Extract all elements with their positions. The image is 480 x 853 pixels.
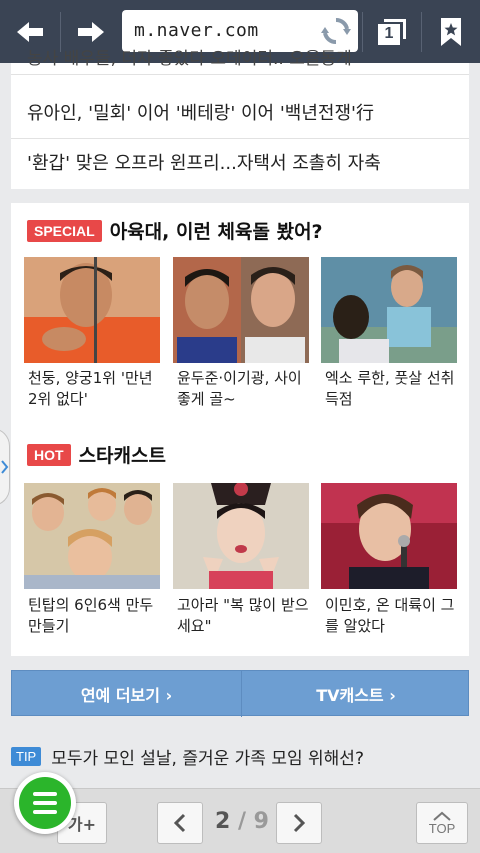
tip-text[interactable]: 모두가 모인 설날, 즐거운 가족 모임 위해선? xyxy=(51,744,364,769)
next-page-button[interactable] xyxy=(276,802,322,844)
hot-title[interactable]: 스타캐스트 xyxy=(79,441,166,468)
special-caption[interactable]: 윤두준·이기광, 사이좋게 골~ xyxy=(177,368,313,410)
page-separator: / xyxy=(230,809,254,834)
hot-caption[interactable]: 틴탑의 6인6색 만두만들기 xyxy=(28,595,164,637)
special-tag: SPECIAL xyxy=(27,219,102,242)
section-links-bar: 연예 더보기 › TV캐스트 › xyxy=(11,670,470,717)
tabs-icon: 1 xyxy=(378,18,406,45)
tab-count: 1 xyxy=(384,24,394,42)
chevron-left-icon xyxy=(174,813,186,833)
prev-page-button[interactable] xyxy=(157,802,203,844)
photo-group xyxy=(24,483,160,589)
hot-caption[interactable]: 이민호, 온 대륙이 그를 알았다 xyxy=(325,595,461,637)
photo-archer xyxy=(24,257,160,363)
arrow-right-icon xyxy=(78,21,104,42)
hot-section-header: HOT 스타캐스트 xyxy=(27,441,166,468)
special-caption[interactable]: 엑소 루한, 풋살 선취득점 xyxy=(325,368,461,410)
hot-thumb[interactable] xyxy=(321,483,457,589)
special-title[interactable]: 아육대, 이런 체육돌 봤어? xyxy=(110,217,323,244)
page-current: 2 xyxy=(215,809,231,834)
hot-caption[interactable]: 고아라 "복 많이 받으세요" xyxy=(177,595,313,637)
news-item[interactable]: '환갑' 맞은 오프라 윈프리...자택서 조촐히 자축 xyxy=(11,139,469,189)
arrow-left-icon xyxy=(17,21,43,42)
photo-singer xyxy=(321,483,457,589)
address-bar[interactable]: m.naver.com xyxy=(122,10,358,52)
entertainment-card: SPECIAL 아육대, 이런 체육돌 봤어? 천둥, 양궁1위 '만년 2위 … xyxy=(11,203,469,656)
news-item-partial[interactable]: 농사 배우들, 더자 좋았다 오데이터.. 오을동게 xyxy=(11,49,469,75)
special-section-header: SPECIAL 아육대, 이런 체육돌 봤어? xyxy=(27,217,323,244)
special-thumb[interactable] xyxy=(321,257,457,363)
page-indicator: 2 / 9 xyxy=(215,809,269,834)
chevron-right-icon xyxy=(293,813,305,833)
scroll-top-button[interactable]: TOP xyxy=(416,802,468,844)
url-text[interactable]: m.naver.com xyxy=(134,20,259,41)
special-caption[interactable]: 천둥, 양궁1위 '만년 2위 없다' xyxy=(28,368,164,410)
photo-two-players xyxy=(173,257,309,363)
top-label: TOP xyxy=(428,820,456,836)
tvcast-link[interactable]: TV캐스트 › xyxy=(242,671,470,717)
news-item[interactable]: 유아인, '밀회' 이어 '베테랑' 이어 '백년전쟁'行 xyxy=(11,89,469,139)
menu-button[interactable] xyxy=(14,772,76,834)
tip-row[interactable]: TIP 모두가 모인 설날, 즐거운 가족 모임 위해선? xyxy=(11,744,364,769)
chevron-up-icon xyxy=(433,811,451,821)
page-total: 9 xyxy=(253,809,269,834)
bookmark-icon xyxy=(441,17,461,46)
special-thumb[interactable] xyxy=(173,257,309,363)
side-drawer-handle[interactable] xyxy=(0,428,10,506)
entertainment-more-link[interactable]: 연예 더보기 › xyxy=(12,671,241,717)
photo-actress xyxy=(173,483,309,589)
special-thumb[interactable] xyxy=(24,257,160,363)
tip-tag: TIP xyxy=(11,747,42,766)
menu-icon xyxy=(19,777,71,829)
chevron-right-icon xyxy=(1,460,9,474)
hot-thumb[interactable] xyxy=(24,483,160,589)
refresh-icon[interactable] xyxy=(320,15,352,47)
photo-futsal xyxy=(321,257,457,363)
hot-tag: HOT xyxy=(27,443,71,466)
news-list: 농사 배우들, 더자 좋았다 오데이터.. 오을동게 유아인, '밀회' 이어 … xyxy=(11,49,469,189)
hot-thumb[interactable] xyxy=(173,483,309,589)
